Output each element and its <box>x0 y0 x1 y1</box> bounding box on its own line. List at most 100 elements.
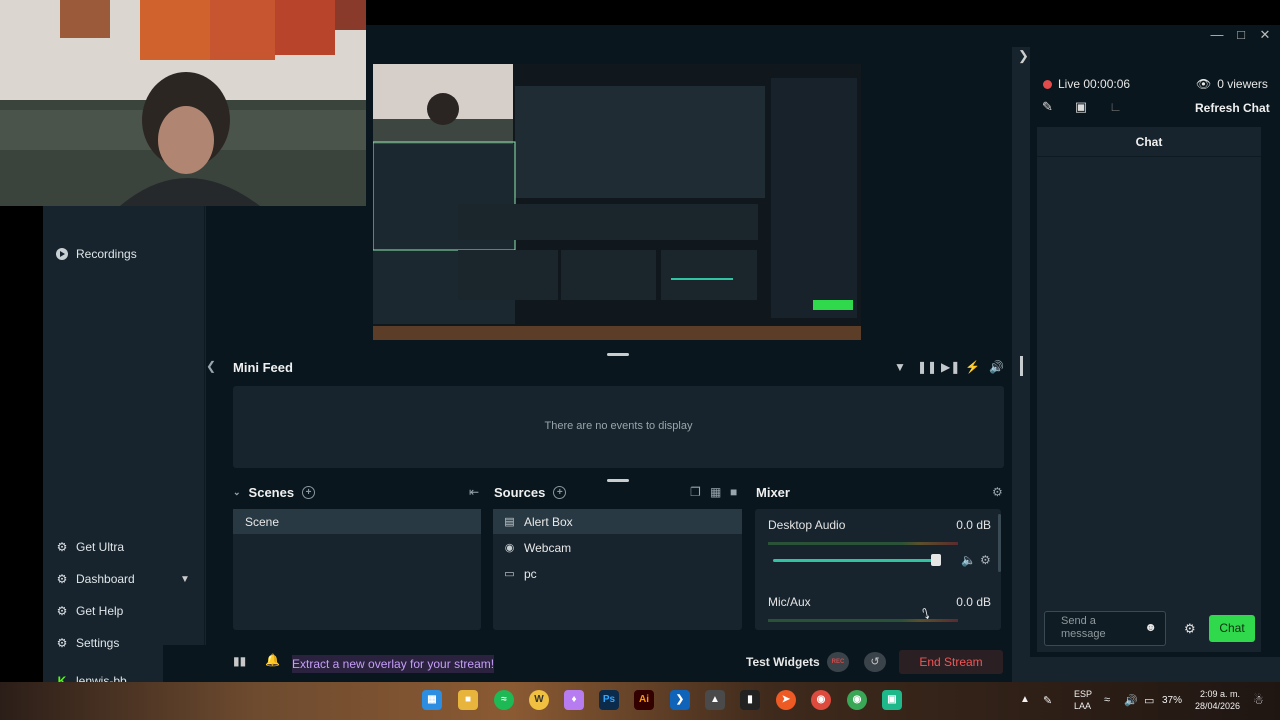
chrome-icon[interactable]: ◉ <box>847 690 867 710</box>
nav-item-label: Dashboard <box>76 572 135 586</box>
photoshop-icon[interactable]: Ps <box>599 690 619 710</box>
maximize-icon[interactable]: □ <box>1234 27 1248 43</box>
close-icon[interactable]: ✕ <box>1258 27 1272 43</box>
bell-icon[interactable]: 🔔 <box>265 653 280 667</box>
resize-handle[interactable] <box>607 479 629 482</box>
source-item[interactable]: ▭ pc <box>493 561 742 586</box>
nav-item-label: Get Help <box>76 604 124 618</box>
app-icon[interactable]: ▲ <box>705 690 725 710</box>
promo-text[interactable]: Extract a new overlay for your stream! <box>292 655 495 673</box>
scrollbar[interactable] <box>1020 356 1023 376</box>
add-source-icon[interactable]: + <box>553 486 567 499</box>
chevron-up-icon[interactable]: ▲ <box>1020 694 1030 705</box>
monitor-icon: ▭ <box>504 567 515 580</box>
streamlabs-icon[interactable]: ▣ <box>882 690 902 710</box>
language-indicator[interactable]: ESP LAA <box>1074 688 1092 712</box>
share-icon[interactable]: ∟ <box>1109 99 1122 115</box>
chevron-left-icon[interactable]: ❮ <box>206 359 216 373</box>
camera-icon[interactable]: ▣ <box>1075 99 1087 115</box>
winamp-icon[interactable]: W <box>529 690 549 710</box>
filter-icon[interactable]: ▼ <box>893 360 907 374</box>
stats-icon[interactable]: ▮▮ <box>233 654 246 668</box>
illustrator-icon[interactable]: Ai <box>634 690 654 710</box>
live-status: Live 00:00:06 <box>1043 77 1130 91</box>
mute-alerts-icon[interactable]: ⚡ <box>965 360 980 374</box>
nav-item-settings[interactable]: ⚙ Settings <box>55 633 120 653</box>
resize-handle[interactable] <box>607 353 629 356</box>
windows-start-icon[interactable]: ▦ <box>422 690 442 710</box>
mixer-settings-icon[interactable]: ⚙ <box>992 485 1003 499</box>
viewers-label: 0 viewers <box>1217 77 1268 91</box>
add-scene-icon[interactable]: + <box>302 486 316 499</box>
chat-settings-icon[interactable]: ⚙ <box>1184 621 1196 637</box>
mixer-channel-name: Mic/Aux <box>768 595 811 609</box>
folder-icon[interactable]: ■ <box>730 485 737 499</box>
gear-icon[interactable]: ⚙ <box>980 553 991 567</box>
volume-icon[interactable]: 🔊 <box>989 360 1004 374</box>
mixer-channel-level: 0.0 dB <box>956 518 991 532</box>
end-stream-button[interactable]: End Stream <box>899 650 1003 674</box>
file-explorer-icon[interactable]: ■ <box>458 690 478 710</box>
chevron-right-icon[interactable]: ❯ <box>1018 48 1029 64</box>
volume-slider[interactable] <box>773 559 939 562</box>
spotify-icon[interactable]: ≈ <box>494 690 514 710</box>
stream-preview[interactable] <box>373 64 861 340</box>
viewer-count: 👁 0 viewers <box>1196 77 1268 91</box>
scene-item[interactable]: Scene <box>233 509 481 534</box>
refresh-chat-button[interactable]: Refresh Chat <box>1195 101 1270 115</box>
chat-message-input[interactable]: Send a message ☻ <box>1044 611 1166 646</box>
nav-item-get-ultra[interactable]: ⚙ Get Ultra <box>55 537 124 557</box>
mini-feed-title: Mini Feed <box>233 360 293 375</box>
mixer-header: Mixer <box>756 485 790 500</box>
volume-slider-knob[interactable] <box>930 554 941 566</box>
source-tool-icon[interactable]: ❐ <box>690 485 701 499</box>
source-item[interactable]: ▤ Alert Box <box>493 509 742 534</box>
source-group-icon[interactable]: ▦ <box>710 485 721 499</box>
notification-icon[interactable]: ☃ <box>1253 693 1264 707</box>
battery-level: 37% <box>1162 695 1183 706</box>
scenes-header: ⌄ Scenes + <box>233 485 316 500</box>
audio-meter <box>768 542 958 545</box>
chat-input-placeholder: Send a message <box>1061 615 1106 640</box>
skip-icon[interactable]: ▶❚ <box>941 360 960 374</box>
speaker-icon[interactable]: 🔈 <box>961 553 976 567</box>
pause-icon[interactable]: ❚❚ <box>917 360 937 374</box>
vscode-icon[interactable]: ❯ <box>670 690 690 710</box>
collapse-icon[interactable]: ⌄ <box>233 487 241 498</box>
chat-header: Chat <box>1037 127 1261 157</box>
nav-item-label: Settings <box>76 636 120 650</box>
mixer-scrollbar[interactable] <box>998 514 1001 572</box>
nav-item-dashboard[interactable]: ⚙ Dashboard <box>55 569 135 589</box>
minimize-icon[interactable]: — <box>1210 27 1224 43</box>
source-item[interactable]: ◉ Webcam <box>493 535 742 560</box>
nav-item-recordings[interactable]: Recordings <box>55 244 137 264</box>
emoji-icon[interactable]: ☻ <box>1144 621 1157 634</box>
dashboard-icon: ⚙ <box>56 572 68 586</box>
app-icon[interactable]: ♦ <box>564 690 584 710</box>
chrome-icon[interactable]: ◉ <box>811 690 831 710</box>
rec-button[interactable]: REC <box>827 652 849 672</box>
speaker-icon[interactable]: 🔊 <box>1124 694 1138 707</box>
nav-item-get-help[interactable]: ⚙ Get Help <box>55 601 124 621</box>
chevron-down-icon[interactable]: ▼ <box>180 574 190 585</box>
battery-icon[interactable]: ▭ <box>1144 694 1154 707</box>
scene-transition-icon[interactable]: ⇤ <box>469 485 479 499</box>
clock-time: 2:09 a. m. <box>1200 689 1241 699</box>
nav-item-label: Recordings <box>76 247 137 261</box>
mini-feed-toolbar: ▼ ❚❚ ▶❚ ⚡ 🔊 <box>893 360 1004 374</box>
wifi-icon[interactable]: ≈ <box>1104 694 1110 706</box>
pen-icon[interactable]: ✎ <box>1043 694 1052 707</box>
clock[interactable]: 2:09 a. m. 28/04/2026 <box>1195 688 1240 712</box>
test-widgets-button[interactable]: Test Widgets <box>746 655 820 669</box>
edit-icon[interactable]: ✎ <box>1042 99 1053 115</box>
help-icon: ⚙ <box>56 604 68 618</box>
replay-icon[interactable]: ↺ <box>864 652 886 672</box>
scenes-list: Scene <box>233 509 481 630</box>
mouse-cursor: ⭛ <box>922 606 930 622</box>
mini-feed-empty: There are no events to display <box>544 420 693 432</box>
terminal-icon[interactable]: ▮ <box>740 690 760 710</box>
mixer-title: Mixer <box>756 485 790 500</box>
language-variant: LAA <box>1074 701 1092 711</box>
chat-send-button[interactable]: Chat <box>1209 615 1255 642</box>
app-icon[interactable]: ➤ <box>776 690 796 710</box>
